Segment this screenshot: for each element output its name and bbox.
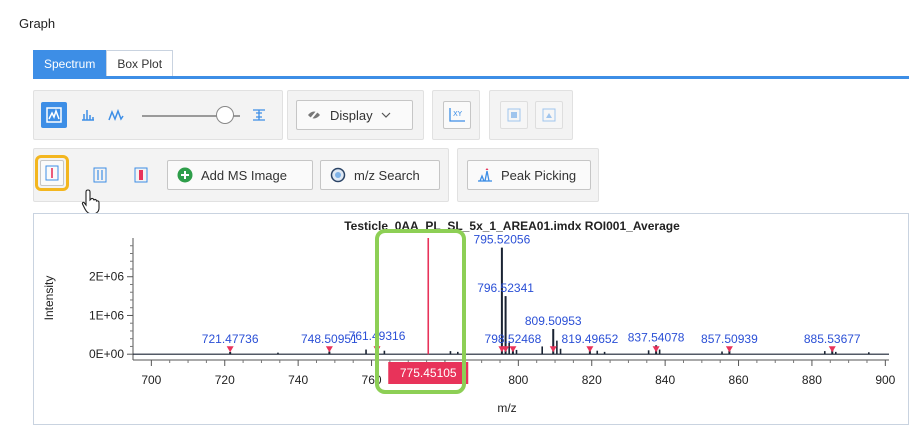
peak-label: 761.49316 <box>349 329 406 343</box>
y-tick-label: 2E+06 <box>89 270 124 284</box>
peak-marker <box>226 346 234 353</box>
peak-label: 795.52056 <box>474 233 531 247</box>
x-tick-label: 720 <box>215 373 235 387</box>
peak-label: 885.53677 <box>804 332 861 346</box>
peak-marker <box>549 346 557 353</box>
peak-label: 721.47736 <box>202 332 259 346</box>
peak-marker <box>509 346 517 353</box>
x-tick-label: 760 <box>362 373 382 387</box>
peak-label: 809.50953 <box>525 314 582 328</box>
x-tick-label: 840 <box>655 373 675 387</box>
peak-marker <box>652 346 660 353</box>
x-tick-label: 740 <box>288 373 308 387</box>
peak-marker <box>373 346 381 353</box>
peak-label: 796.52341 <box>477 281 534 295</box>
x-tick-label: 700 <box>141 373 161 387</box>
peak-marker <box>586 346 594 353</box>
spectrum-chart[interactable]: Testicle_0AA_PL_SL_5x_1_AREA01.imdx ROI0… <box>0 0 909 428</box>
x-tick-label: 820 <box>582 373 602 387</box>
peak-label: 837.54078 <box>628 330 685 344</box>
x-tick-label: 900 <box>875 373 895 387</box>
mz-marker-label: 775.45105 <box>400 366 457 380</box>
peak-label: 857.50939 <box>701 332 758 346</box>
x-tick-label: 880 <box>802 373 822 387</box>
x-tick-label: 860 <box>729 373 749 387</box>
y-tick-label: 1E+06 <box>89 308 124 322</box>
y-tick-label: 0E+00 <box>89 347 124 361</box>
x-axis-label: m/z <box>497 401 516 415</box>
peak-marker <box>828 346 836 353</box>
y-axis-label: Intensity <box>42 276 56 321</box>
peak-marker <box>725 346 733 353</box>
peak-marker <box>325 346 333 353</box>
chart-title: Testicle_0AA_PL_SL_5x_1_AREA01.imdx ROI0… <box>344 219 680 233</box>
x-tick-label: 800 <box>508 373 528 387</box>
peak-label: 819.49652 <box>562 332 619 346</box>
peak-label: 798.52468 <box>485 332 542 346</box>
